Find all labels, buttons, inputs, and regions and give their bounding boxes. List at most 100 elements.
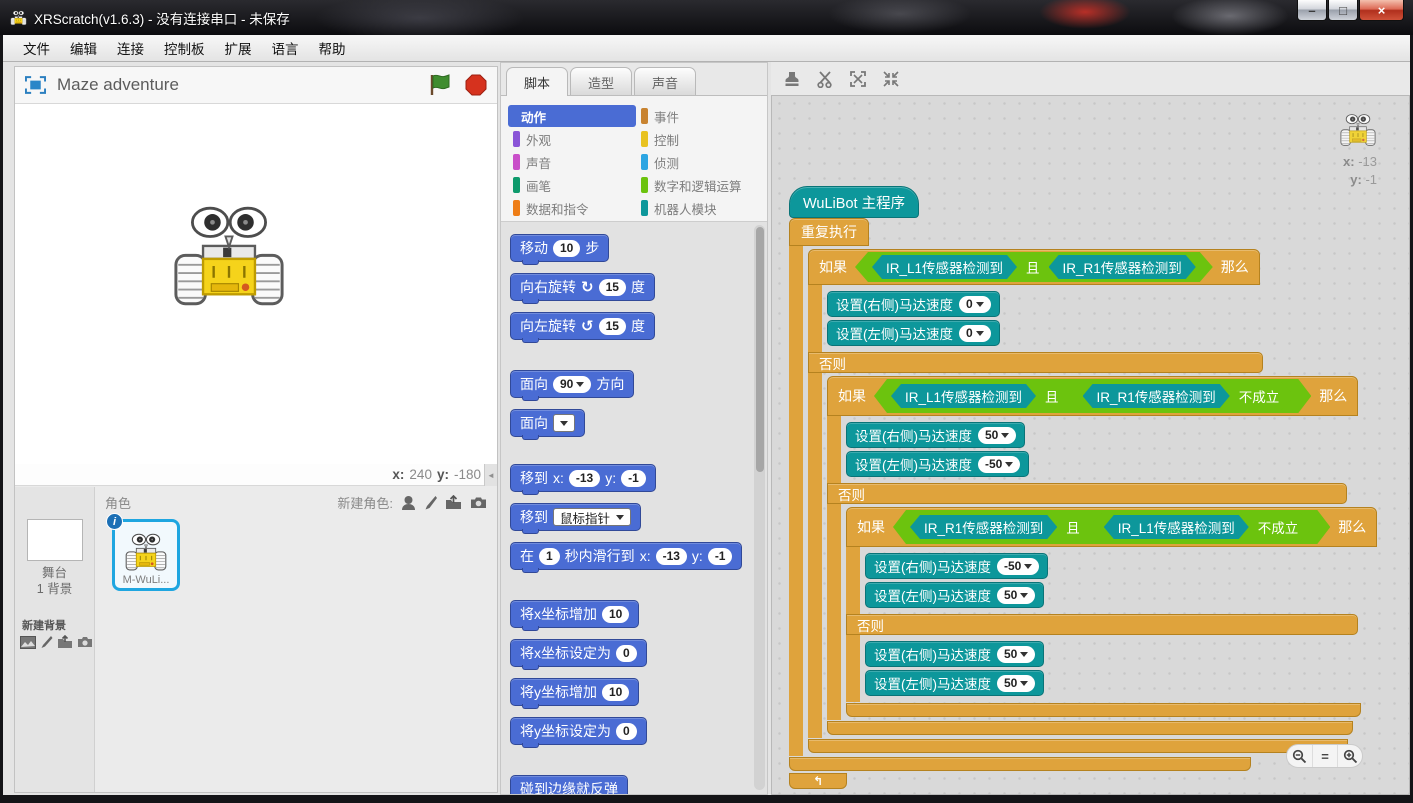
script-stack[interactable]: WuLiBot 主程序 重复执行 如果 IR_L1传感器检测到 且 IR_R1传… (789, 186, 1377, 789)
stamp-duplicate-icon[interactable] (783, 70, 801, 88)
tab-sounds[interactable]: 声音 (634, 67, 696, 95)
palette-scrollbar-thumb[interactable] (756, 227, 764, 472)
hat-block-main-program[interactable]: WuLiBot 主程序 (789, 186, 919, 218)
sensor-ir-l1[interactable]: IR_L1传感器检测到 (1104, 515, 1249, 539)
script-canvas[interactable]: x: -13 y: -1 WuLiBot 主程序 重复执行 如果 IR_L1传感… (771, 95, 1410, 795)
block-goto-target[interactable]: 移到 鼠标指针 (510, 503, 641, 531)
else-bar-1[interactable]: 否则 (808, 352, 1263, 373)
block-move-steps[interactable]: 移动10步 (510, 234, 609, 262)
category-robot[interactable]: 机器人模块 (636, 197, 764, 219)
maximize-button[interactable]: □ (1328, 0, 1358, 21)
stage-thumbnail[interactable] (27, 519, 83, 561)
palette-scrollbar[interactable] (754, 225, 765, 790)
and-operator[interactable]: IR_R1传感器检测到 且 IR_L1传感器检测到 不成立 (893, 510, 1330, 544)
control-color-chip (641, 131, 648, 147)
set-left-motor-block[interactable]: 设置(左侧)马达速度 -50 (846, 451, 1029, 477)
sensor-ir-r1[interactable]: IR_R1传感器检测到 (910, 515, 1057, 539)
block-turn-left[interactable]: 向左旋转↺ 15度 (510, 312, 655, 340)
block-change-x[interactable]: 将x坐标增加10 (510, 600, 639, 628)
new-sprite-library-icon[interactable] (401, 495, 416, 510)
if-else-block-1[interactable]: 如果 IR_L1传感器检测到 且 IR_R1传感器检测到 那么 (808, 249, 1377, 753)
forever-header[interactable]: 重复执行 (789, 218, 869, 246)
menu-item-board[interactable]: 控制板 (154, 34, 215, 62)
if-foot-3[interactable] (846, 703, 1361, 717)
new-sprite-camera-icon[interactable] (470, 496, 487, 509)
forever-block[interactable]: 重复执行 如果 IR_L1传感器检测到 且 IR_R1传感器检测到 (789, 218, 1377, 789)
category-pen[interactable]: 画笔 (508, 174, 636, 196)
category-looks[interactable]: 外观 (508, 128, 636, 150)
set-right-motor-block[interactable]: 设置(右侧)马达速度 -50 (865, 553, 1048, 579)
category-sensing[interactable]: 侦测 (636, 151, 764, 173)
stop-button[interactable] (465, 74, 487, 96)
and-operator[interactable]: IR_L1传感器检测到 且 IR_R1传感器检测到 (855, 252, 1213, 282)
forever-foot[interactable] (789, 757, 1251, 771)
sensor-ir-l1[interactable]: IR_L1传感器检测到 (872, 255, 1017, 279)
sensor-ir-r1[interactable]: IR_R1传感器检测到 (1083, 384, 1230, 408)
category-control[interactable]: 控制 (636, 128, 764, 150)
block-goto-xy[interactable]: 移到x: -13y: -1 (510, 464, 656, 492)
stage-canvas[interactable] (15, 104, 497, 464)
block-point-direction[interactable]: 面向 90 方向 (510, 370, 634, 398)
not-operator[interactable]: IR_L1传感器检测到 不成立 (1089, 513, 1314, 541)
if-foot-1[interactable] (808, 739, 1348, 753)
category-motion[interactable]: 动作 (508, 105, 636, 127)
new-backdrop-paint-icon[interactable] (40, 635, 53, 649)
set-left-motor-block[interactable]: 设置(左侧)马达速度 50 (865, 582, 1044, 608)
menu-item-help[interactable]: 帮助 (309, 34, 356, 62)
menu-item-connect[interactable]: 连接 (107, 34, 154, 62)
set-right-motor-block[interactable]: 设置(右侧)马达速度 0 (827, 291, 1000, 317)
set-left-motor-block[interactable]: 设置(左侧)马达速度 0 (827, 320, 1000, 346)
zoom-out-button[interactable] (1287, 745, 1312, 767)
sensor-ir-r1[interactable]: IR_R1传感器检测到 (1049, 255, 1196, 279)
sprite-card-wulibot[interactable]: i M-WuLi... (112, 519, 180, 591)
zoom-in-button[interactable] (1337, 745, 1362, 767)
block-bounce-on-edge[interactable]: 碰到边缘就反弹 (510, 775, 628, 794)
else-bar-3[interactable]: 否则 (846, 614, 1358, 635)
and-operator[interactable]: IR_L1传感器检测到 且 IR_R1传感器检测到 不成立 (874, 379, 1311, 413)
sprite-mini-thumbnail (1339, 110, 1377, 148)
sensor-ir-l1[interactable]: IR_L1传感器检测到 (891, 384, 1036, 408)
close-button[interactable]: × (1359, 0, 1404, 21)
menu-item-language[interactable]: 语言 (262, 34, 309, 62)
if-else-block-2[interactable]: 如果 IR_L1传感器检测到 且 IR_R1传感器检测到 不成立 (827, 376, 1377, 735)
category-sound[interactable]: 声音 (508, 151, 636, 173)
stage-sprite-robot[interactable] (170, 194, 288, 312)
minimize-button[interactable]: – (1297, 0, 1327, 21)
new-backdrop-upload-icon[interactable] (57, 635, 73, 649)
block-set-x[interactable]: 将x坐标设定为0 (510, 639, 647, 667)
forever-loop-arrow-icon[interactable]: ↰ (789, 773, 847, 789)
zoom-reset-button[interactable]: = (1312, 745, 1337, 767)
sprites-header: 角色 (105, 493, 131, 512)
if-else-block-3[interactable]: 如果 IR_R1传感器检测到 且 IR_L1传感器检测到 不成立 (846, 507, 1377, 717)
category-operators[interactable]: 数字和逻辑运算 (636, 174, 764, 196)
tab-scripts[interactable]: 脚本 (506, 67, 568, 96)
set-right-motor-block[interactable]: 设置(右侧)马达速度 50 (865, 641, 1044, 667)
not-operator[interactable]: IR_R1传感器检测到 不成立 (1068, 382, 1295, 410)
grow-sprite-icon[interactable] (849, 70, 867, 88)
else-bar-2[interactable]: 否则 (827, 483, 1347, 504)
set-right-motor-block[interactable]: 设置(右侧)马达速度 50 (846, 422, 1025, 448)
set-left-motor-block[interactable]: 设置(左侧)马达速度 50 (865, 670, 1044, 696)
stage-collapse-button[interactable]: ◄ (484, 464, 497, 486)
menu-item-edit[interactable]: 编辑 (60, 34, 107, 62)
green-flag-button[interactable] (428, 74, 454, 96)
block-point-towards[interactable]: 面向 (510, 409, 585, 437)
new-sprite-paint-icon[interactable] (424, 495, 437, 510)
sprite-info-badge[interactable]: i (106, 513, 123, 530)
fullscreen-icon[interactable] (25, 76, 46, 94)
tab-costumes[interactable]: 造型 (570, 67, 632, 95)
if-foot-2[interactable] (827, 721, 1353, 735)
block-change-y[interactable]: 将y坐标增加10 (510, 678, 639, 706)
block-turn-right[interactable]: 向右旋转↻ 15度 (510, 273, 655, 301)
block-glide[interactable]: 在1 秒内滑行到x: -13y: -1 (510, 542, 742, 570)
shrink-sprite-icon[interactable] (882, 70, 900, 88)
menu-item-file[interactable]: 文件 (13, 34, 60, 62)
block-set-y[interactable]: 将y坐标设定为0 (510, 717, 647, 745)
new-sprite-upload-icon[interactable] (445, 495, 462, 510)
menu-item-extension[interactable]: 扩展 (215, 34, 262, 62)
category-data[interactable]: 数据和指令 (508, 197, 636, 219)
new-backdrop-library-icon[interactable] (20, 636, 36, 649)
new-backdrop-camera-icon[interactable] (77, 636, 93, 648)
category-events[interactable]: 事件 (636, 105, 764, 127)
scissors-delete-icon[interactable] (816, 70, 834, 88)
